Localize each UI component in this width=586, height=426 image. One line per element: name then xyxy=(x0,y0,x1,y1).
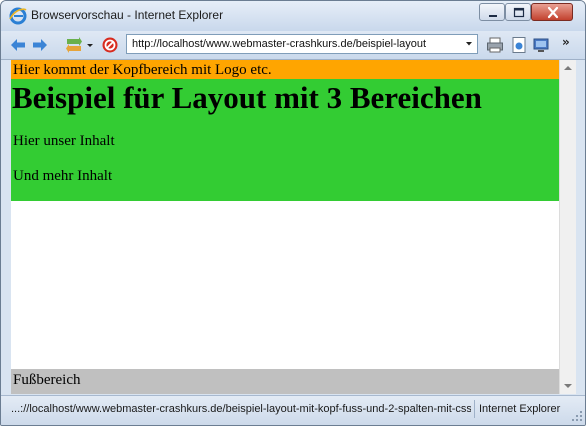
status-bar: ...://localhost/www.webmaster-crashkurs.… xyxy=(1,395,585,425)
page-heading: Beispiel für Layout mit 3 Bereichen xyxy=(12,80,482,115)
address-url[interactable]: http://localhost/www.webmaster-crashkurs… xyxy=(132,38,462,52)
tools-icon[interactable] xyxy=(532,36,550,54)
browser-window: Browservorschau - Internet Explorer http… xyxy=(0,0,586,426)
caption-buttons xyxy=(479,3,577,23)
address-bar[interactable]: http://localhost/www.webmaster-crashkurs… xyxy=(126,34,478,54)
vertical-scrollbar[interactable] xyxy=(559,60,576,394)
title-bar: Browservorschau - Internet Explorer xyxy=(1,1,585,31)
more-tools-button[interactable]: » xyxy=(562,35,570,49)
content-paragraph: Hier unser Inhalt xyxy=(13,133,115,149)
minimize-button[interactable] xyxy=(479,3,505,21)
content-paragraph: Und mehr Inhalt xyxy=(13,168,113,184)
header-text: Hier kommt der Kopfbereich mit Logo etc. xyxy=(13,62,272,78)
back-icon[interactable] xyxy=(9,36,27,54)
status-zone: Internet Explorer xyxy=(479,403,561,415)
print-icon[interactable] xyxy=(486,36,504,54)
status-url: ...://localhost/www.webmaster-crashkurs.… xyxy=(11,403,471,415)
page-footer: Fußbereich xyxy=(11,369,559,394)
resize-grip-icon[interactable] xyxy=(571,410,583,422)
close-icon xyxy=(547,6,559,19)
close-button[interactable] xyxy=(531,3,573,21)
scroll-down-icon[interactable] xyxy=(560,377,576,394)
refresh-dropdown-icon[interactable] xyxy=(85,36,95,54)
maximize-button[interactable] xyxy=(505,3,531,21)
status-divider xyxy=(474,400,475,418)
page-content: Beispiel für Layout mit 3 Bereichen Hier… xyxy=(11,79,559,201)
minimize-icon xyxy=(489,15,497,17)
navigation-toolbar: http://localhost/www.webmaster-crashkurs… xyxy=(1,31,585,60)
stop-icon[interactable] xyxy=(101,36,119,54)
maximize-icon xyxy=(513,7,525,18)
ie-logo-icon xyxy=(9,7,27,25)
forward-icon[interactable] xyxy=(31,36,49,54)
page-header: Hier kommt der Kopfbereich mit Logo etc. xyxy=(11,60,559,79)
page-viewport: Hier kommt der Kopfbereich mit Logo etc.… xyxy=(11,60,559,394)
refresh-icon[interactable] xyxy=(65,36,83,54)
footer-text: Fußbereich xyxy=(13,372,81,388)
window-title: Browservorschau - Internet Explorer xyxy=(31,8,224,22)
address-dropdown-icon[interactable] xyxy=(462,36,476,52)
scroll-up-icon[interactable] xyxy=(560,60,576,77)
page-icon[interactable] xyxy=(510,36,528,54)
